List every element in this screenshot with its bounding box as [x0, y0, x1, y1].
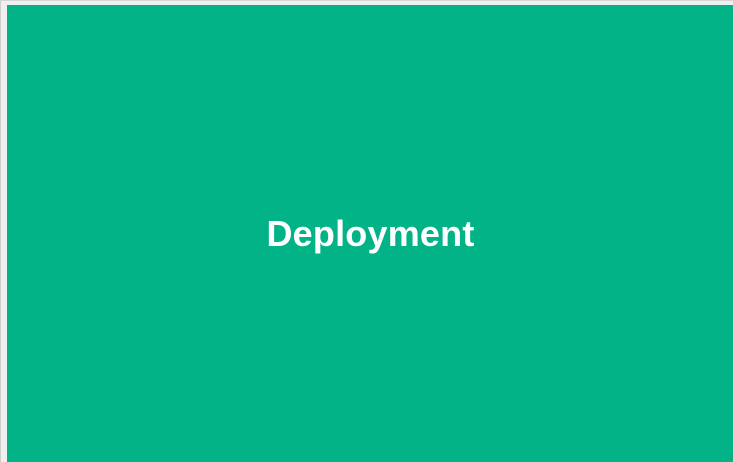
deployment-tile[interactable]: Deployment — [7, 5, 733, 462]
tile-title: Deployment — [266, 213, 475, 254]
page-viewport: Deployment — [0, 0, 733, 462]
